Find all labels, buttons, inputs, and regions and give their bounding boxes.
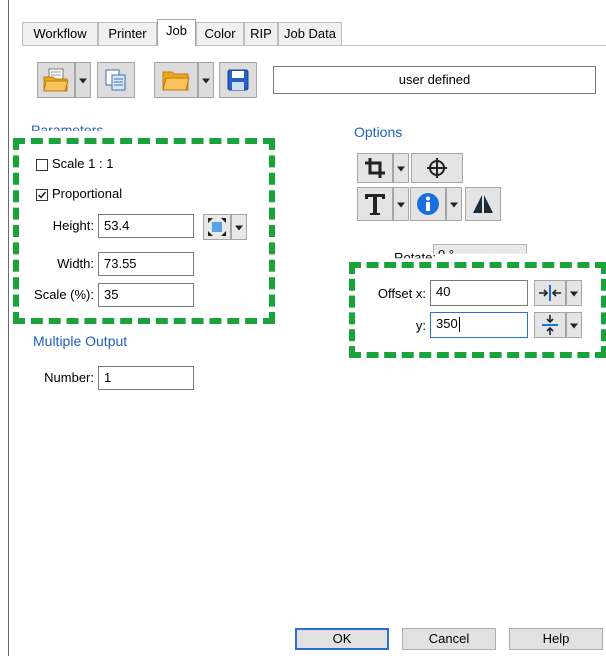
job-dialog: Workflow Printer Job Color RIP Job Data … bbox=[8, 0, 606, 656]
crop-button[interactable] bbox=[357, 153, 393, 183]
chevron-down-icon bbox=[397, 202, 405, 208]
offset-highlight-frame bbox=[349, 262, 606, 358]
info-dropdown[interactable] bbox=[446, 187, 462, 221]
rotate-value: 0 ° bbox=[438, 247, 455, 262]
preset-name-field[interactable]: user defined bbox=[273, 66, 596, 94]
parameters-highlight-frame bbox=[13, 138, 275, 324]
tab-job[interactable]: Job bbox=[157, 19, 196, 46]
chevron-down-icon bbox=[450, 202, 458, 208]
open-folder-button[interactable] bbox=[154, 62, 198, 98]
crosshair-button[interactable] bbox=[411, 153, 463, 183]
crop-dropdown[interactable] bbox=[393, 153, 409, 183]
open-folder-dropdown[interactable] bbox=[198, 62, 214, 98]
chevron-down-icon bbox=[79, 78, 87, 84]
copy-pages-button[interactable] bbox=[97, 62, 135, 98]
info-button[interactable] bbox=[410, 187, 446, 221]
open-file-button[interactable] bbox=[37, 62, 75, 98]
open-file-dropdown[interactable] bbox=[75, 62, 91, 98]
number-label: Number: bbox=[44, 370, 94, 385]
tab-printer[interactable]: Printer bbox=[98, 22, 157, 45]
tab-baseline bbox=[22, 45, 606, 46]
text-dropdown[interactable] bbox=[393, 187, 409, 221]
mirror-button[interactable] bbox=[465, 187, 501, 221]
save-button[interactable] bbox=[219, 62, 257, 98]
chevron-down-icon bbox=[397, 166, 405, 172]
tab-rip[interactable]: RIP bbox=[244, 22, 278, 45]
tab-workflow[interactable]: Workflow bbox=[22, 22, 98, 45]
options-heading: Options bbox=[354, 124, 403, 140]
multiple-output-heading: Multiple Output bbox=[33, 333, 128, 349]
parameters-heading: Parameters bbox=[31, 122, 104, 138]
help-button[interactable]: Help bbox=[509, 628, 603, 650]
ok-button[interactable]: OK bbox=[295, 628, 389, 650]
tab-job-data[interactable]: Job Data bbox=[278, 22, 342, 45]
tab-color[interactable]: Color bbox=[196, 22, 244, 45]
chevron-down-icon bbox=[202, 78, 210, 84]
number-field[interactable]: 1 bbox=[98, 366, 194, 390]
cancel-button[interactable]: Cancel bbox=[402, 628, 496, 650]
text-button[interactable] bbox=[357, 187, 393, 221]
